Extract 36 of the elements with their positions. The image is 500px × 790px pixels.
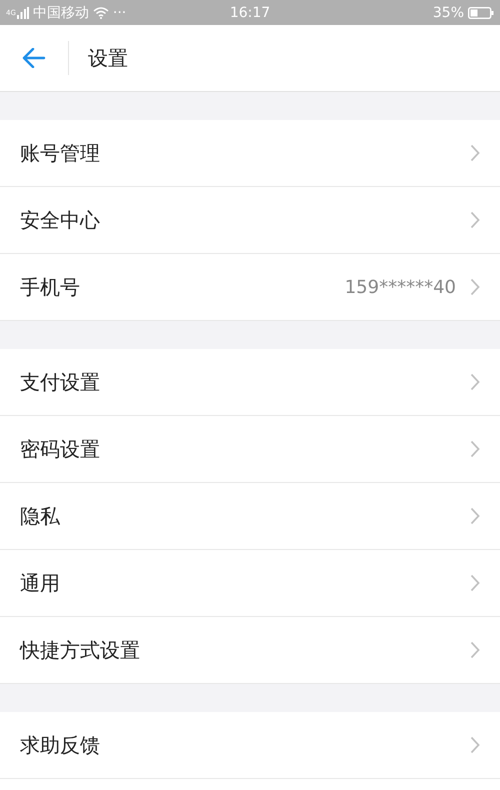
chevron-right-icon [470,144,480,162]
wifi-icon [92,6,109,18]
chevron-right-icon [470,278,480,296]
chevron-right-icon [470,736,480,754]
row-label: 安全中心 [20,206,101,234]
row-label: 快捷方式设置 [20,636,141,664]
chevron-right-icon [470,211,480,229]
battery-icon [468,6,494,18]
chevron-right-icon [470,507,480,525]
signal-icon [16,6,29,18]
settings-row[interactable]: 安全中心 [0,187,500,254]
settings-row[interactable]: 快捷方式设置 [0,617,500,684]
settings-row[interactable]: 通用 [0,550,500,617]
row-label: 手机号 [20,274,81,300]
more-label: ··· [112,4,126,20]
status-time: 16:17 [230,4,270,20]
chevron-right-icon [470,641,480,659]
row-value: 159******40 [344,276,456,298]
chevron-right-icon [470,574,480,592]
settings-row[interactable]: 支付设置 [0,349,500,416]
settings-row[interactable]: 账号管理 [0,120,500,187]
row-label: 求助反馈 [20,732,101,758]
settings-row[interactable]: 密码设置 [0,416,500,483]
page-title: 设置 [88,44,128,72]
carrier-label: 中国移动 [32,4,89,22]
row-label: 账号管理 [20,140,101,166]
row-label: 通用 [20,570,61,596]
settings-row[interactable]: 隐私 [0,483,500,550]
row-label: 支付设置 [20,368,101,396]
settings-row[interactable]: 手机号 159******40 [0,254,500,321]
chevron-right-icon [470,440,480,458]
chevron-right-icon [470,373,480,391]
row-label: 密码设置 [20,436,101,462]
row-label: 隐私 [20,502,61,530]
battery-label: 35% [432,4,464,20]
back-arrow-icon [22,48,46,68]
